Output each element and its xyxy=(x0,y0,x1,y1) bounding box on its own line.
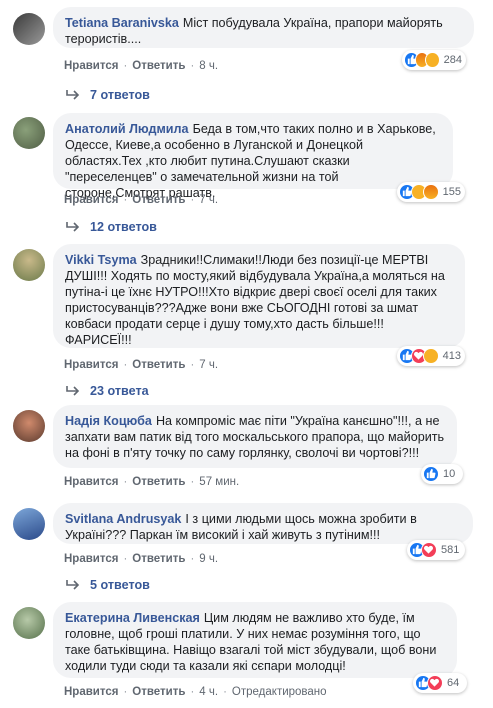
comment-actions: Нравится · Ответить · 57 мин. xyxy=(64,476,240,488)
avatar[interactable] xyxy=(13,607,45,639)
reaction-count: 581 xyxy=(441,544,460,556)
reply-link[interactable]: Ответить xyxy=(132,194,185,206)
reaction-summary[interactable]: 581 xyxy=(407,540,465,560)
comment-time[interactable]: 4 ч. xyxy=(199,686,218,698)
reaction-summary[interactable]: 10 xyxy=(421,464,463,484)
comment-bubble: Svitlana Andrusyak І з цими людьми щось м… xyxy=(53,503,473,544)
comment-bubble: Анатолий Людмила Беда в том,что таких пол… xyxy=(53,113,453,200)
comment-time[interactable]: 7 ч. xyxy=(199,359,218,371)
view-replies-link[interactable]: 23 ответа xyxy=(66,384,149,398)
comment-actions: Нравится · Ответить · 8 ч. xyxy=(64,60,219,72)
avatar[interactable] xyxy=(13,117,45,149)
replies-count[interactable]: 7 ответов xyxy=(90,88,150,102)
replies-count[interactable]: 23 ответа xyxy=(90,384,149,398)
replies-count[interactable]: 12 ответов xyxy=(90,220,157,234)
reply-link[interactable]: Ответить xyxy=(132,359,185,371)
edited-label[interactable]: Отредактировано xyxy=(232,686,327,698)
reaction-summary[interactable]: 284 xyxy=(402,50,466,70)
comment-actions: Нравится · Ответить · 7 ч. xyxy=(64,194,219,206)
avatar[interactable] xyxy=(13,508,45,540)
like-link[interactable]: Нравится xyxy=(64,553,118,565)
avatar[interactable] xyxy=(13,13,45,45)
reply-link[interactable]: Ответить xyxy=(132,476,185,488)
comment-time[interactable]: 57 мин. xyxy=(199,476,239,488)
angry-reaction-icon xyxy=(422,184,439,200)
comment-author[interactable]: Надія Коцюба xyxy=(65,414,152,428)
reply-link[interactable]: Ответить xyxy=(132,60,185,72)
heart-reaction-icon xyxy=(427,675,443,691)
avatar[interactable] xyxy=(13,249,45,281)
comment-author[interactable]: Tetiana Baranivska xyxy=(65,16,179,30)
reaction-count: 413 xyxy=(442,350,461,362)
reaction-count: 284 xyxy=(443,54,462,66)
like-link[interactable]: Нравится xyxy=(64,359,118,371)
sad-reaction-icon xyxy=(425,52,440,68)
view-replies-link[interactable]: 7 ответов xyxy=(66,88,150,102)
comment-time[interactable]: 8 ч. xyxy=(199,60,218,72)
reply-arrow-icon xyxy=(66,90,80,100)
comment-actions: Нравится · Ответить · 9 ч. xyxy=(64,553,219,565)
reaction-summary[interactable]: 413 xyxy=(397,346,465,366)
comment-bubble: Екатерина Ливенская Цим людям не важливо … xyxy=(53,602,457,678)
view-replies-link[interactable]: 12 ответов xyxy=(66,220,157,234)
heart-reaction-icon xyxy=(421,542,437,558)
comment-time[interactable]: 7 ч. xyxy=(199,194,218,206)
comment-author[interactable]: Екатерина Ливенская xyxy=(65,611,200,625)
comment-author[interactable]: Svitlana Andrusyak xyxy=(65,512,181,526)
like-link[interactable]: Нравится xyxy=(64,686,118,698)
reply-link[interactable]: Ответить xyxy=(132,553,185,565)
reply-arrow-icon xyxy=(66,386,80,396)
comment-bubble: Надія Коцюба На компроміс має піти "Украї… xyxy=(53,405,457,468)
replies-count[interactable]: 5 ответов xyxy=(90,578,150,592)
avatar[interactable] xyxy=(13,410,45,442)
sad-reaction-icon xyxy=(422,348,439,364)
reaction-count: 64 xyxy=(447,677,460,689)
reply-link[interactable]: Ответить xyxy=(132,686,185,698)
reaction-count: 10 xyxy=(443,468,456,480)
like-reaction-icon xyxy=(423,466,439,482)
comment-actions: Нравится · Ответить · 4 ч. · Отредактировано xyxy=(64,686,327,698)
comment-author[interactable]: Анатолий Людмила xyxy=(65,122,189,136)
reaction-count: 155 xyxy=(442,186,461,198)
comment-time[interactable]: 9 ч. xyxy=(199,553,218,565)
reply-arrow-icon xyxy=(66,222,80,232)
reaction-summary[interactable]: 155 xyxy=(397,182,465,202)
comment-text: Зрадники!!Слимаки!!Люди без позиції-це М… xyxy=(65,253,445,347)
like-link[interactable]: Нравится xyxy=(64,476,118,488)
reply-arrow-icon xyxy=(66,580,80,590)
like-link[interactable]: Нравится xyxy=(64,194,118,206)
reaction-summary[interactable]: 64 xyxy=(413,673,467,693)
view-replies-link[interactable]: 5 ответов xyxy=(66,578,150,592)
like-link[interactable]: Нравится xyxy=(64,60,118,72)
comment-actions: Нравится · Ответить · 7 ч. xyxy=(64,359,219,371)
comment-bubble: Vikki Tsyma Зрадники!!Слимаки!!Люди без п… xyxy=(53,244,465,348)
comment-author[interactable]: Vikki Tsyma xyxy=(65,253,137,267)
comment-bubble: Tetiana Baranivska Міст побудувала Україн… xyxy=(53,7,474,48)
